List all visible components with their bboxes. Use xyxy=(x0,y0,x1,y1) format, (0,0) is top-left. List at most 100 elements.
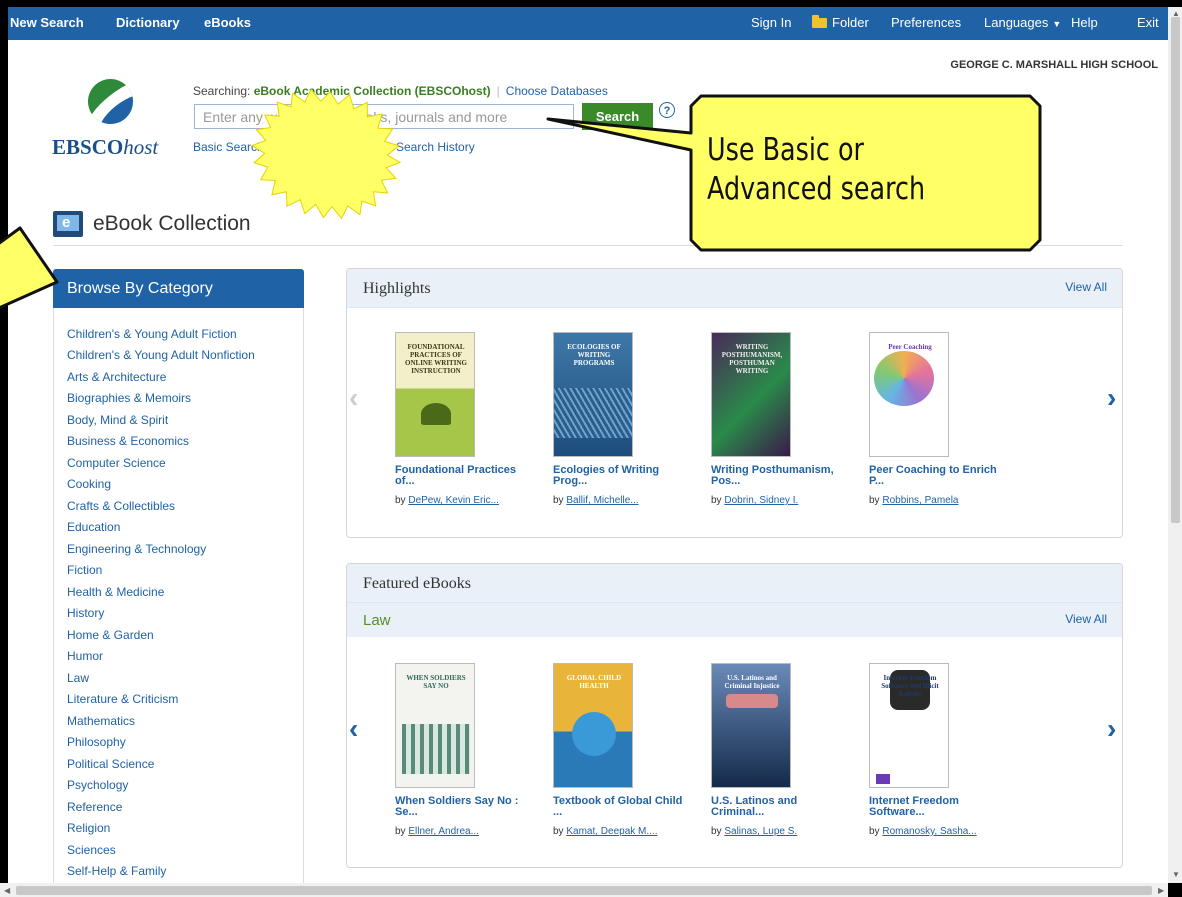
vertical-scroll-thumb[interactable] xyxy=(1171,17,1180,523)
author-link[interactable]: Kamat, Deepak M.... xyxy=(566,826,657,837)
book-author: by DePew, Kevin Eric... xyxy=(395,495,499,506)
searching-label: Searching: xyxy=(193,84,251,98)
horizontal-scroll-thumb[interactable] xyxy=(16,886,1152,895)
book-cover[interactable]: FOUNDATIONAL PRACTICES OF ONLINE WRITING… xyxy=(395,332,475,457)
by-label: by xyxy=(869,495,880,506)
scroll-down-icon[interactable]: ▼ xyxy=(1172,870,1180,879)
highlights-next-arrow-icon[interactable]: › xyxy=(1107,382,1116,414)
featured-subject-bar: Law View All xyxy=(347,603,1122,637)
category-link[interactable]: Psychology xyxy=(67,778,128,792)
category-link[interactable]: Children's & Young Adult Nonfiction xyxy=(67,348,255,362)
ebooks-link[interactable]: eBooks xyxy=(204,15,251,30)
book-cover[interactable]: WRITING POSTHUMANISM, POSTHUMAN WRITING xyxy=(711,332,791,457)
category-link[interactable]: Engineering & Technology xyxy=(67,542,206,556)
scroll-up-icon[interactable]: ▲ xyxy=(1172,9,1180,18)
category-link[interactable]: Sciences xyxy=(67,843,116,857)
author-link[interactable]: Dobrin, Sidney I. xyxy=(724,495,798,506)
category-link[interactable]: Cooking xyxy=(67,477,111,491)
highlights-prev-arrow-icon[interactable]: ‹ xyxy=(349,382,358,414)
logo-brand: EBSCO xyxy=(52,135,124,159)
featured-prev-arrow-icon[interactable]: ‹ xyxy=(349,713,358,745)
exit-link[interactable]: Exit xyxy=(1137,15,1159,30)
languages-dropdown[interactable]: Languages ▼ xyxy=(984,15,1061,30)
author-link[interactable]: Ballif, Michelle... xyxy=(566,495,638,506)
book-title-link[interactable]: When Soldiers Say No : Se... xyxy=(395,796,530,818)
dictionary-link[interactable]: Dictionary xyxy=(116,15,180,30)
by-label: by xyxy=(553,495,564,506)
by-label: by xyxy=(395,826,406,837)
category-link[interactable]: Crafts & Collectibles xyxy=(67,499,175,513)
book-title-link[interactable]: Foundational Practices of... xyxy=(395,465,530,487)
advanced-search-link[interactable]: Advanced Search xyxy=(282,140,377,154)
annotation-line-2: Advanced search xyxy=(707,171,926,207)
book-title-link[interactable]: Peer Coaching to Enrich P... xyxy=(869,465,1004,487)
collection-title: eBook Collection xyxy=(93,212,251,235)
book-cover[interactable]: WHEN SOLDIERS SAY NO xyxy=(395,663,475,788)
searching-line: Searching: eBook Academic Collection (EB… xyxy=(193,84,608,98)
author-link[interactable]: DePew, Kevin Eric... xyxy=(408,495,499,506)
featured-view-all-link[interactable]: View All xyxy=(1065,612,1107,626)
search-button[interactable]: Search xyxy=(582,103,653,130)
book-title-link[interactable]: Internet Freedom Software... xyxy=(869,796,1004,818)
category-link[interactable]: Self-Help & Family xyxy=(67,864,166,878)
book-title-link[interactable]: Textbook of Global Child ... xyxy=(553,796,688,818)
category-link[interactable]: Religion xyxy=(67,821,110,835)
book-cover[interactable]: U.S. Latinos and Criminal Injustice xyxy=(711,663,791,788)
category-link[interactable]: Health & Medicine xyxy=(67,585,164,599)
book-cover-text: WRITING POSTHUMANISM, POSTHUMAN WRITING xyxy=(721,343,783,375)
scroll-right-icon[interactable]: ▶ xyxy=(1158,886,1164,895)
ebsco-logo-icon[interactable] xyxy=(88,79,133,124)
page: New Search Dictionary eBooks Sign In Fol… xyxy=(8,7,1168,883)
category-link[interactable]: Business & Economics xyxy=(67,434,189,448)
by-label: by xyxy=(553,826,564,837)
book-title-link[interactable]: U.S. Latinos and Criminal... xyxy=(711,796,846,818)
category-link[interactable]: Computer Science xyxy=(67,456,166,470)
category-link[interactable]: Philosophy xyxy=(67,735,126,749)
help-icon[interactable]: ? xyxy=(659,102,675,118)
category-link[interactable]: Children's & Young Adult Fiction xyxy=(67,327,237,341)
category-link[interactable]: Law xyxy=(67,671,89,685)
category-link[interactable]: Humor xyxy=(67,649,103,663)
author-link[interactable]: Ellner, Andrea... xyxy=(408,826,479,837)
category-link[interactable]: Arts & Architecture xyxy=(67,370,166,384)
book-author: by Ellner, Andrea... xyxy=(395,826,479,837)
scroll-left-icon[interactable]: ◀ xyxy=(4,886,10,895)
book-title-link[interactable]: Writing Posthumanism, Pos... xyxy=(711,465,846,487)
sign-in-link[interactable]: Sign In xyxy=(751,15,791,30)
institution-name: GEORGE C. MARSHALL HIGH SCHOOL xyxy=(950,59,1158,71)
basic-search-link[interactable]: Basic Search xyxy=(193,140,264,154)
category-link[interactable]: Literature & Criticism xyxy=(67,692,178,706)
category-link[interactable]: Political Science xyxy=(67,757,154,771)
author-link[interactable]: Robbins, Pamela xyxy=(882,495,958,506)
category-link[interactable]: Mathematics xyxy=(67,714,135,728)
search-input[interactable] xyxy=(194,104,574,129)
highlights-view-all-link[interactable]: View All xyxy=(1065,280,1107,294)
by-label: by xyxy=(395,495,406,506)
author-link[interactable]: Romanosky, Sasha... xyxy=(882,826,976,837)
category-link[interactable]: Fiction xyxy=(67,563,102,577)
folder-link[interactable]: Folder xyxy=(812,15,869,30)
choose-databases-link[interactable]: Choose Databases xyxy=(506,84,608,98)
category-link[interactable]: History xyxy=(67,606,104,620)
ebsco-logo[interactable]: EBSCOhost xyxy=(52,135,158,160)
book-cover[interactable]: ECOLOGIES OF WRITING PROGRAMS xyxy=(553,332,633,457)
book-cover[interactable]: GLOBAL CHILD HEALTH xyxy=(553,663,633,788)
book-cover[interactable]: Internet Freedom Software and Illicit Ac… xyxy=(869,663,949,788)
search-history-link[interactable]: Search History xyxy=(396,140,475,154)
category-link[interactable]: Reference xyxy=(67,800,122,814)
category-link[interactable]: Education xyxy=(67,520,120,534)
preferences-link[interactable]: Preferences xyxy=(891,15,961,30)
highlights-header: Highlights View All xyxy=(347,269,1122,308)
book-author: by Ballif, Michelle... xyxy=(553,495,639,506)
book-cover[interactable]: Peer Coaching xyxy=(869,332,949,457)
author-link[interactable]: Salinas, Lupe S. xyxy=(724,826,797,837)
book-cover-text: GLOBAL CHILD HEALTH xyxy=(566,674,622,690)
book-title-link[interactable]: Ecologies of Writing Prog... xyxy=(553,465,688,487)
category-link[interactable]: Body, Mind & Spirit xyxy=(67,413,168,427)
category-link[interactable]: Home & Garden xyxy=(67,628,154,642)
category-link[interactable]: Biographies & Memoirs xyxy=(67,391,191,405)
new-search-link[interactable]: New Search xyxy=(10,15,84,30)
help-link[interactable]: Help xyxy=(1071,15,1098,30)
by-label: by xyxy=(711,826,722,837)
featured-next-arrow-icon[interactable]: › xyxy=(1107,713,1116,745)
